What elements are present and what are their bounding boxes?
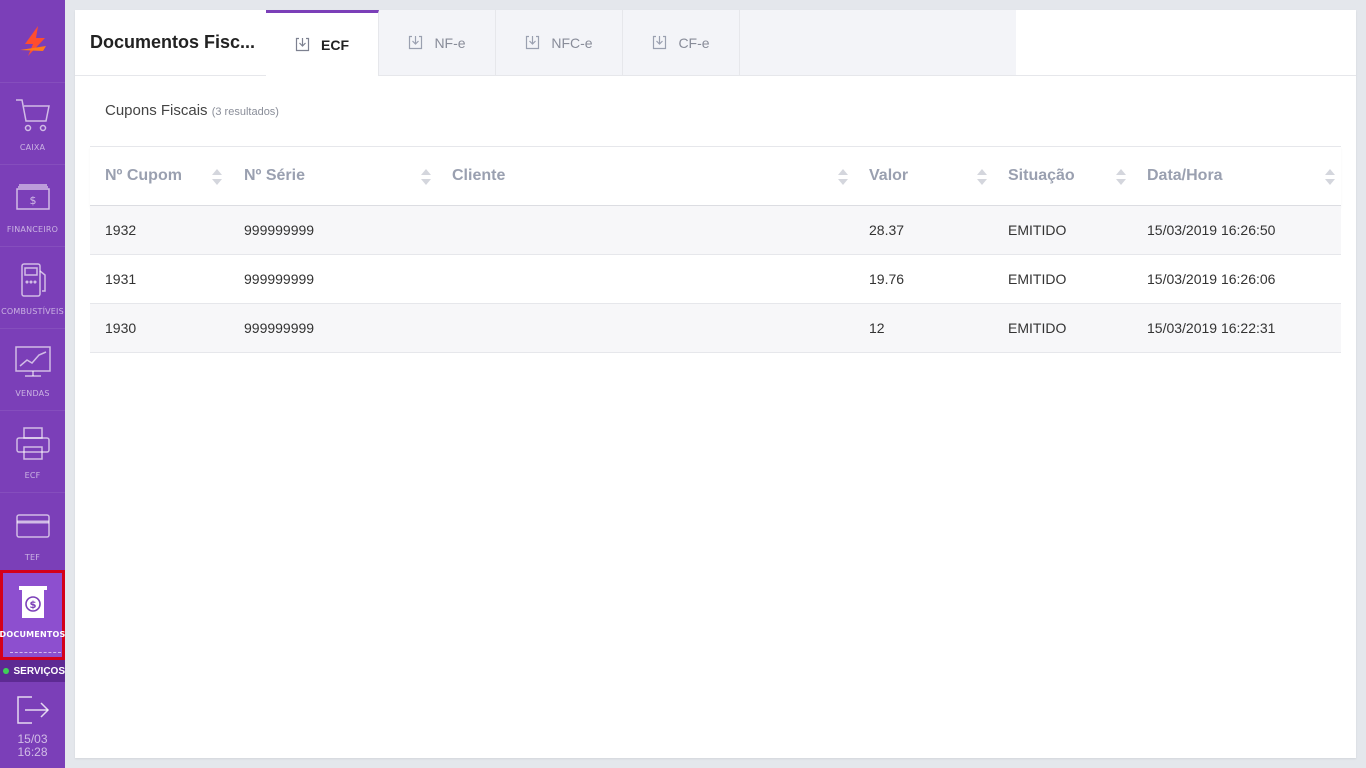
sidebar-item-label: CAIXA — [19, 143, 46, 152]
clock-time: 16:28 — [17, 745, 48, 759]
page-title: Documentos Fisc... — [90, 32, 256, 52]
cell-situacao: EMITIDO — [1008, 271, 1067, 287]
sidebar-item-label: ECF — [24, 471, 41, 480]
sidebar-item-caixa[interactable]: CAIXA — [0, 82, 65, 164]
cupons-table: Nº Cupom Nº Série Cliente Valor Situação… — [90, 146, 1341, 353]
download-icon — [653, 35, 667, 50]
svg-text:$: $ — [29, 194, 36, 207]
tab-label: CF-e — [678, 34, 710, 51]
column-header-valor[interactable]: Valor — [869, 147, 908, 206]
fuel-pump-icon — [20, 263, 46, 297]
sidebar-item-ecf[interactable]: ECF — [0, 410, 65, 492]
monitor-chart-icon — [14, 346, 51, 377]
sidebar-item-combustiveis[interactable]: COMBUSTÍVEIS — [0, 246, 65, 328]
printer-icon — [15, 427, 50, 460]
logo-icon — [19, 26, 46, 56]
cell-serie: 999999999 — [244, 320, 315, 336]
cell-cupom: 1932 — [105, 222, 137, 238]
logout-icon — [16, 696, 49, 724]
table-header: Nº Cupom Nº Série Cliente Valor Situação… — [90, 146, 1341, 206]
tab-nfce[interactable]: NFC-e — [496, 10, 623, 75]
table-row[interactable]: 1931 999999999 19.76 EMITIDO 15/03/2019 … — [90, 255, 1341, 304]
sort-icon[interactable] — [976, 167, 988, 187]
sidebar-item-vendas[interactable]: VENDAS — [0, 328, 65, 410]
cell-data-hora: 15/03/2019 16:26:06 — [1147, 271, 1276, 287]
sidebar-item-label: TEF — [24, 553, 41, 562]
sidebar-item-label: COMBUSTÍVEIS — [1, 307, 64, 316]
column-header-serie[interactable]: Nº Série — [244, 147, 305, 206]
logout-button[interactable] — [0, 690, 65, 730]
tab-label: NFC-e — [551, 34, 593, 51]
cell-valor: 28.37 — [869, 222, 905, 238]
main-panel: Documentos Fisc... ECF NF-e NFC-e CF-e C… — [75, 10, 1356, 758]
sort-icon[interactable] — [837, 167, 849, 187]
column-header-data-hora[interactable]: Data/Hora — [1147, 147, 1223, 206]
column-header-situacao[interactable]: Situação — [1008, 147, 1075, 206]
servicos-status[interactable]: SERVIÇOS — [0, 660, 65, 682]
svg-text:$: $ — [29, 600, 36, 611]
sidebar-item-label: FINANCEIRO — [6, 225, 59, 234]
sidebar-item-label: VENDAS — [15, 389, 50, 398]
credit-card-icon — [15, 514, 50, 538]
table-row[interactable]: 1930 999999999 12 EMITIDO 15/03/2019 16:… — [90, 304, 1341, 353]
download-icon — [409, 35, 423, 50]
cell-cupom: 1931 — [105, 271, 137, 287]
cell-data-hora: 15/03/2019 16:22:31 — [1147, 320, 1276, 336]
status-online-icon — [3, 668, 9, 674]
sidebar-item-documentos[interactable]: $ DOCUMENTOS — [0, 570, 65, 660]
document-tabs: ECF NF-e NFC-e CF-e — [266, 10, 1016, 76]
servicos-label: SERVIÇOS — [13, 665, 66, 677]
tab-label: NF-e — [434, 34, 466, 51]
tab-cfe[interactable]: CF-e — [623, 10, 740, 75]
sort-icon[interactable] — [420, 167, 432, 187]
cell-data-hora: 15/03/2019 16:26:50 — [1147, 222, 1276, 238]
app-logo[interactable] — [0, 0, 65, 82]
column-header-cliente[interactable]: Cliente — [452, 147, 505, 206]
sidebar-item-label: DOCUMENTOS — [0, 630, 66, 639]
cell-situacao: EMITIDO — [1008, 222, 1067, 238]
tab-nfe[interactable]: NF-e — [379, 10, 496, 75]
cell-serie: 999999999 — [244, 222, 315, 238]
cell-cupom: 1930 — [105, 320, 137, 336]
sidebar-item-tef[interactable]: TEF — [0, 492, 65, 574]
sort-icon[interactable] — [1115, 167, 1127, 187]
sidebar-item-financeiro[interactable]: $ FINANCEIRO — [0, 164, 65, 246]
download-icon — [526, 35, 540, 50]
cell-serie: 999999999 — [244, 271, 315, 287]
tab-ecf[interactable]: ECF — [266, 10, 379, 76]
cash-icon: $ — [15, 184, 50, 210]
section-title-text: Cupons Fiscais — [105, 102, 208, 119]
sort-icon[interactable] — [1324, 167, 1336, 187]
table-row[interactable]: 1932 999999999 28.37 EMITIDO 15/03/2019 … — [90, 206, 1341, 255]
section-title: Cupons Fiscais (3 resultados) — [105, 102, 279, 119]
cell-valor: 19.76 — [869, 271, 905, 287]
active-indicator — [10, 652, 61, 653]
cart-icon — [15, 99, 50, 132]
column-header-cupom[interactable]: Nº Cupom — [105, 147, 182, 206]
sidebar: CAIXA $ FINANCEIRO COMBUSTÍVEIS VENDAS E… — [0, 0, 65, 768]
result-count: (3 resultados) — [211, 106, 279, 118]
download-icon — [295, 37, 310, 52]
receipt-dollar-icon: $ — [18, 586, 47, 618]
cell-situacao: EMITIDO — [1008, 320, 1067, 336]
tab-label: ECF — [321, 36, 349, 53]
cell-valor: 12 — [869, 320, 885, 336]
clock: 15/03 16:28 — [0, 733, 65, 759]
sort-icon[interactable] — [211, 167, 223, 187]
topbar: Documentos Fisc... ECF NF-e NFC-e CF-e — [75, 10, 1356, 76]
